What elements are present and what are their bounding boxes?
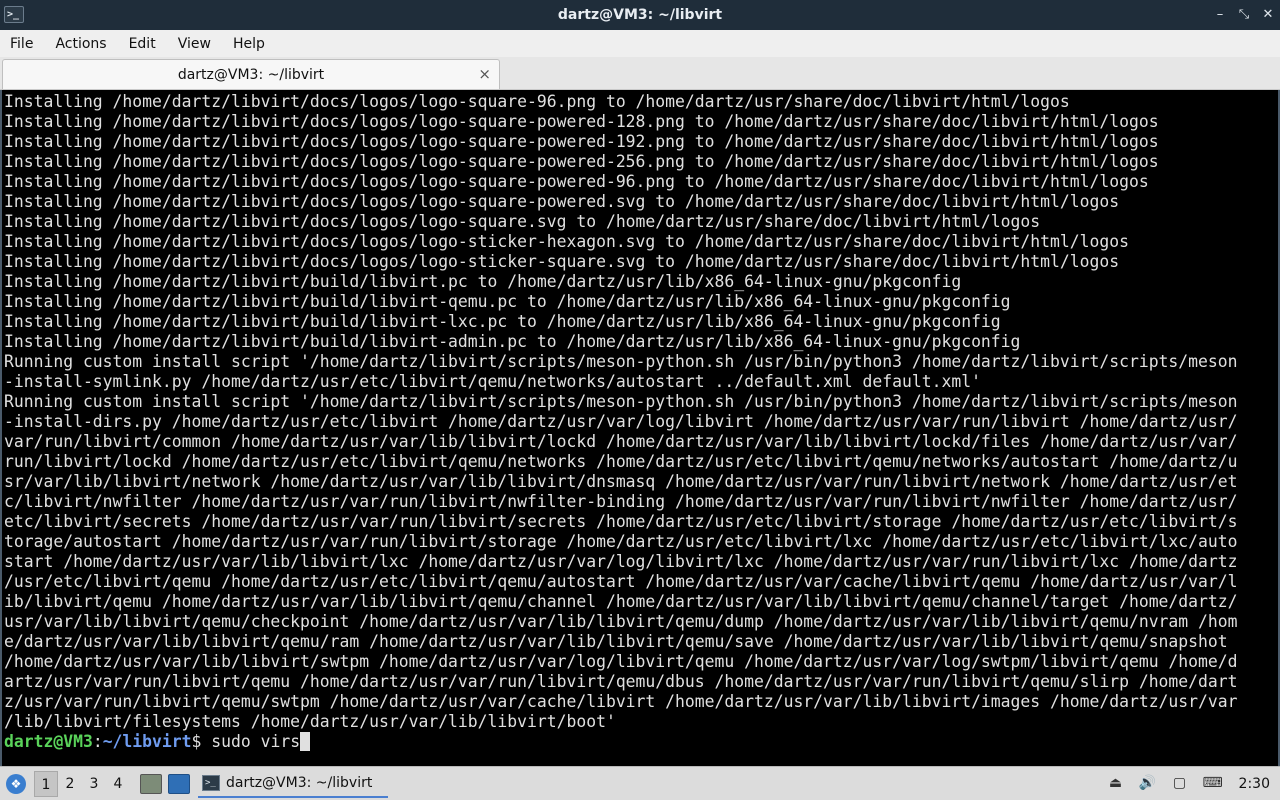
start-menu-icon[interactable]: ❖ [6, 773, 26, 794]
terminal-line: etc/libvirt/secrets /home/dartz/usr/var/… [4, 512, 1238, 531]
terminal-view[interactable]: Installing /home/dartz/libvirt/docs/logo… [0, 90, 1280, 766]
window-titlebar: >_ dartz@VM3: ~/libvirt – ⤡ ✕ [0, 0, 1280, 30]
terminal-line: artz/usr/var/run/libvirt/qemu /home/dart… [4, 672, 1238, 691]
show-desktop-icon[interactable] [168, 773, 190, 794]
terminal-line: torage/autostart /home/dartz/usr/var/run… [4, 532, 1238, 551]
workspace-4[interactable]: 4 [106, 771, 130, 797]
terminal-line: Installing /home/dartz/libvirt/docs/logo… [4, 112, 1159, 131]
menu-view[interactable]: View [167, 36, 222, 52]
terminal-line: /usr/etc/libvirt/qemu /home/dartz/usr/et… [4, 572, 1238, 591]
terminal-line: Running custom install script '/home/dar… [4, 392, 1238, 411]
tab-close-icon[interactable]: × [478, 65, 491, 83]
terminal-line: e/dartz/usr/var/lib/libvirt/qemu/ram /ho… [4, 632, 1228, 651]
terminal-line: Installing /home/dartz/libvirt/docs/logo… [4, 132, 1159, 151]
tab-bar: dartz@VM3: ~/libvirt × [0, 57, 1280, 90]
menu-help[interactable]: Help [222, 36, 276, 52]
menu-actions[interactable]: Actions [44, 36, 117, 52]
terminal-line: /lib/libvirt/filesystems /home/dartz/usr… [4, 712, 616, 731]
terminal-line: Installing /home/dartz/libvirt/docs/logo… [4, 92, 1070, 111]
menu-file[interactable]: File [0, 36, 44, 52]
terminal-line: Installing /home/dartz/libvirt/docs/logo… [4, 252, 1120, 271]
prompt-symbol: $ [191, 732, 212, 751]
terminal-prompt-line: dartz@VM3:~/libvirt$ sudo virs [4, 732, 1264, 752]
terminal-line: -install-symlink.py /home/dartz/usr/etc/… [4, 372, 981, 391]
terminal-line: Installing /home/dartz/libvirt/build/lib… [4, 272, 962, 291]
file-manager-icon[interactable] [140, 773, 162, 794]
maximize-icon[interactable]: ⤡ [1238, 7, 1250, 22]
prompt-path: ~/libvirt [102, 732, 192, 751]
keyboard-icon[interactable]: ⌨ [1203, 775, 1223, 793]
terminal-cursor [300, 732, 311, 751]
taskbar-terminal-task[interactable]: >_ dartz@VM3: ~/libvirt [198, 770, 388, 798]
workspace-1[interactable]: 1 [34, 770, 58, 797]
terminal-line: -install-dirs.py /home/dartz/usr/etc/lib… [4, 412, 1238, 431]
terminal-line: Installing /home/dartz/libvirt/docs/logo… [4, 192, 1120, 211]
close-icon[interactable]: ✕ [1262, 7, 1274, 22]
terminal-line: Installing /home/dartz/libvirt/docs/logo… [4, 172, 1149, 191]
terminal-line: Installing /home/dartz/libvirt/build/lib… [4, 332, 1021, 351]
workspace-2[interactable]: 2 [58, 771, 82, 797]
terminal-line: z/usr/var/run/libvirt/qemu/swtpm /home/d… [4, 692, 1238, 711]
terminal-app-icon: >_ [4, 6, 24, 23]
removable-media-icon[interactable]: ⏏ [1107, 775, 1125, 793]
terminal-line: start /home/dartz/usr/var/lib/libvirt/lx… [4, 552, 1238, 571]
terminal-line: Installing /home/dartz/libvirt/docs/logo… [4, 152, 1159, 171]
clipboard-icon[interactable]: ▢ [1171, 775, 1189, 793]
terminal-line: /home/dartz/usr/var/lib/libvirt/swtpm /h… [4, 652, 1238, 671]
terminal-line: Installing /home/dartz/libvirt/build/lib… [4, 292, 1011, 311]
terminal-line: Installing /home/dartz/libvirt/docs/logo… [4, 212, 1041, 231]
prompt-user-host: dartz@VM3 [4, 732, 93, 751]
clock[interactable]: 2:30 [1239, 776, 1270, 792]
volume-icon[interactable]: 🔊 [1139, 775, 1157, 793]
terminal-output: Installing /home/dartz/libvirt/docs/logo… [4, 92, 1264, 752]
terminal-line: usr/var/lib/libvirt/qemu/checkpoint /hom… [4, 612, 1238, 631]
tab-terminal[interactable]: dartz@VM3: ~/libvirt × [2, 59, 500, 89]
menu-edit[interactable]: Edit [118, 36, 167, 52]
terminal-line: Installing /home/dartz/libvirt/docs/logo… [4, 232, 1129, 251]
menu-bar: File Actions Edit View Help [0, 30, 1280, 57]
prompt-command: sudo virs [211, 732, 301, 751]
prompt-separator: : [92, 732, 103, 751]
taskbar: ❖ 1 2 3 4 >_ dartz@VM3: ~/libvirt ⏏ 🔊 ▢ … [0, 766, 1280, 800]
workspace-3[interactable]: 3 [82, 771, 106, 797]
terminal-line: run/libvirt/lockd /home/dartz/usr/etc/li… [4, 452, 1238, 471]
window-controls: – ⤡ ✕ [1214, 7, 1274, 22]
task-label: dartz@VM3: ~/libvirt [226, 774, 373, 791]
tab-label: dartz@VM3: ~/libvirt [177, 66, 325, 83]
terminal-line: var/run/libvirt/common /home/dartz/usr/v… [4, 432, 1238, 451]
terminal-line: c/libvirt/nwfilter /home/dartz/usr/var/r… [4, 492, 1238, 511]
terminal-line: ib/libvirt/qemu /home/dartz/usr/var/lib/… [4, 592, 1238, 611]
terminal-task-icon: >_ [202, 774, 220, 791]
terminal-line: sr/var/lib/libvirt/network /home/dartz/u… [4, 472, 1238, 491]
system-tray: ⏏ 🔊 ▢ ⌨ 2:30 [1107, 775, 1280, 793]
terminal-line: Installing /home/dartz/libvirt/build/lib… [4, 312, 1001, 331]
terminal-line: Running custom install script '/home/dar… [4, 352, 1238, 371]
minimize-icon[interactable]: – [1214, 7, 1226, 22]
window-title: dartz@VM3: ~/libvirt [557, 7, 723, 23]
